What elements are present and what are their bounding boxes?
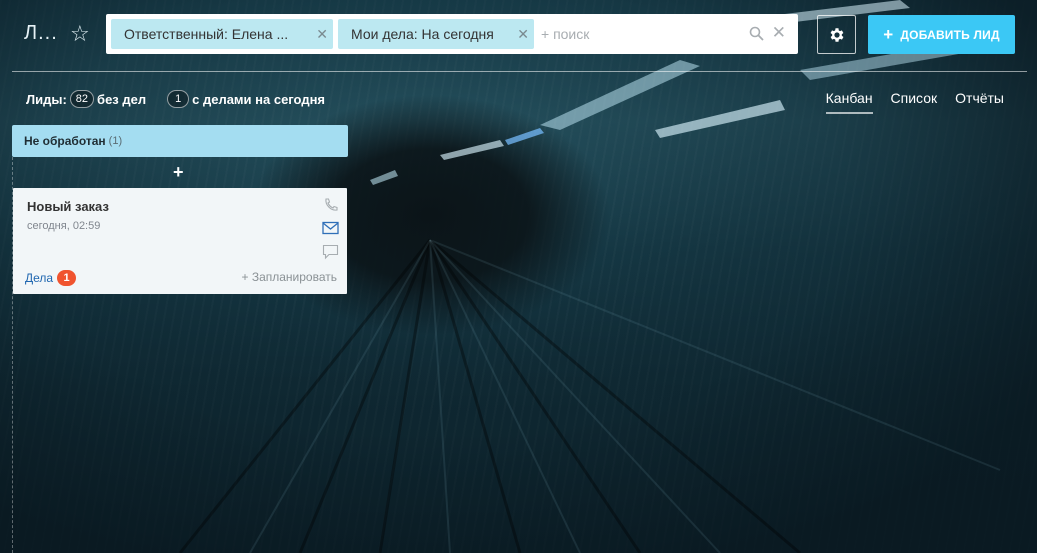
tab-kanban[interactable]: Канбан: [825, 90, 873, 114]
settings-button[interactable]: [817, 15, 856, 54]
search-input[interactable]: + поиск: [541, 26, 589, 42]
column-title: Не обработан: [24, 134, 106, 148]
today-deals-label[interactable]: с делами на сегодня: [192, 92, 325, 107]
column-count: (1): [108, 135, 123, 147]
search-icon[interactable]: [749, 26, 764, 41]
mail-icon[interactable]: [322, 221, 339, 235]
leads-count-badge[interactable]: 82: [69, 90, 95, 108]
add-card-button[interactable]: +: [173, 162, 184, 183]
leads-without-deals-label[interactable]: без дел: [97, 92, 146, 107]
tab-list[interactable]: Список: [891, 90, 938, 114]
deals-count-badge: 1: [57, 270, 77, 286]
close-icon[interactable]: ✕: [517, 26, 529, 43]
leads-label: Лиды:: [26, 91, 67, 107]
today-count-badge[interactable]: 1: [167, 90, 190, 108]
star-icon[interactable]: ☆: [70, 21, 90, 47]
add-lead-label: ДОБАВИТЬ ЛИД: [900, 27, 1000, 42]
plus-icon: +: [883, 24, 894, 44]
chat-icon[interactable]: [322, 244, 339, 260]
tab-reports[interactable]: Отчёты: [955, 90, 1004, 114]
schedule-button[interactable]: + Запланировать: [241, 270, 337, 284]
phone-icon[interactable]: [323, 197, 339, 213]
lead-card[interactable]: Новый заказ сегодня, 02:59 Дела 1 + Запл…: [13, 188, 347, 294]
column-header-new[interactable]: Не обработан (1): [12, 125, 348, 157]
lead-counters: Лиды: 82 без дел 1 с делами на сегодня: [26, 90, 325, 108]
add-lead-button[interactable]: + ДОБАВИТЬ ЛИД: [868, 15, 1015, 54]
gear-icon: [830, 27, 843, 42]
filter-chip-label: Ответственный: Елена ...: [124, 26, 289, 42]
filter-chip-label: Мои дела: На сегодня: [351, 26, 494, 42]
deals-link[interactable]: Дела 1: [25, 270, 77, 286]
view-switcher: Канбан Список Отчёты: [825, 90, 1004, 114]
filter-chip-responsible[interactable]: Ответственный: Елена ... ✕: [111, 19, 333, 49]
deals-label[interactable]: Дела: [25, 271, 53, 285]
close-icon[interactable]: ✕: [772, 23, 786, 43]
page-title[interactable]: Л...: [24, 22, 58, 45]
header-divider: [12, 71, 1027, 72]
lead-card-title[interactable]: Новый заказ: [27, 199, 109, 214]
close-icon[interactable]: ✕: [316, 26, 328, 43]
filter-search-bar[interactable]: Ответственный: Елена ... ✕ Мои дела: На …: [106, 14, 798, 54]
lead-card-date: сегодня, 02:59: [27, 220, 101, 232]
filter-chip-deals[interactable]: Мои дела: На сегодня ✕: [338, 19, 534, 49]
